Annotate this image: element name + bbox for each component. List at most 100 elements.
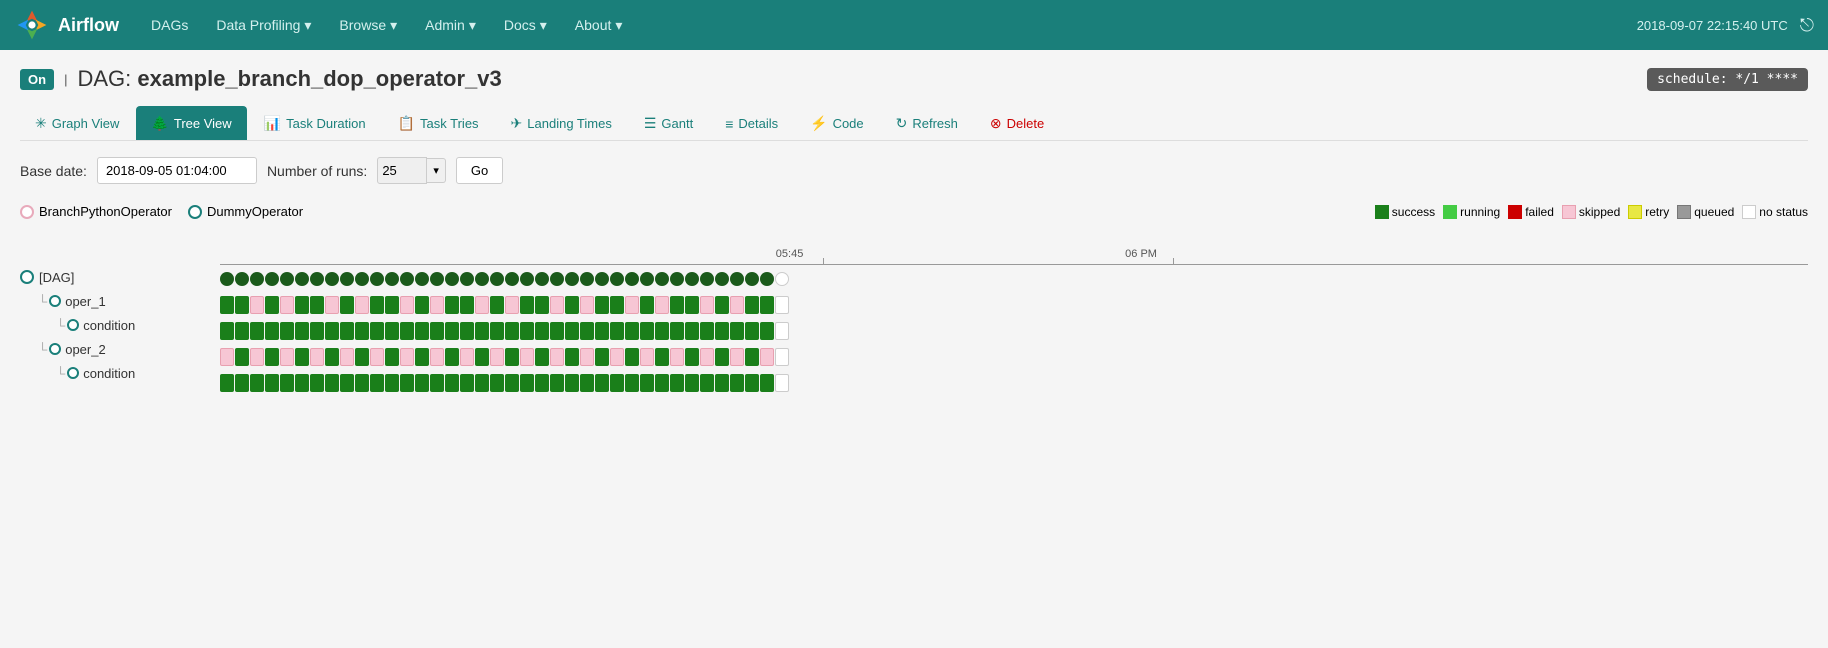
dag-dot-empty[interactable] [775,272,789,286]
dag-dot[interactable] [505,272,519,286]
task-cell[interactable] [520,374,534,392]
task-cell[interactable] [610,374,624,392]
task-cell[interactable] [340,348,354,366]
tab-landing-times[interactable]: ✈ Landing Times [496,106,627,140]
task-cell[interactable] [340,296,354,314]
task-cell[interactable] [250,296,264,314]
tree-node-condition2[interactable]: └ condition [20,361,220,385]
task-cell[interactable] [685,322,699,340]
task-cell[interactable] [370,348,384,366]
task-cell[interactable] [490,348,504,366]
task-cell[interactable] [295,322,309,340]
task-cell[interactable] [355,296,369,314]
task-cell[interactable] [610,296,624,314]
task-cell[interactable] [220,322,234,340]
task-cell[interactable] [715,374,729,392]
task-cell[interactable] [295,374,309,392]
task-cell[interactable] [250,374,264,392]
task-cell[interactable] [535,348,549,366]
task-cell[interactable] [685,374,699,392]
task-cell[interactable] [595,374,609,392]
dag-dot[interactable] [430,272,444,286]
tab-refresh[interactable]: ↻ Refresh [881,106,973,140]
task-cell[interactable] [580,322,594,340]
task-cell[interactable] [265,348,279,366]
task-cell[interactable] [280,322,294,340]
task-cell[interactable] [685,296,699,314]
task-cell[interactable] [445,348,459,366]
task-cell[interactable] [730,374,744,392]
task-cell[interactable] [325,296,339,314]
task-cell[interactable] [715,322,729,340]
task-cell[interactable] [730,322,744,340]
task-cell[interactable] [340,374,354,392]
base-date-input[interactable] [97,157,257,184]
task-cell[interactable] [670,296,684,314]
task-cell[interactable] [625,322,639,340]
task-cell[interactable] [745,322,759,340]
task-cell[interactable] [640,348,654,366]
task-cell[interactable] [460,374,474,392]
task-cell[interactable] [745,296,759,314]
task-cell[interactable] [685,348,699,366]
task-cell[interactable] [640,374,654,392]
task-cell[interactable] [520,348,534,366]
task-cell[interactable] [475,348,489,366]
task-cell[interactable] [655,322,669,340]
dag-dot[interactable] [475,272,489,286]
task-cell-empty[interactable] [775,296,789,314]
dag-dot[interactable] [685,272,699,286]
tab-task-tries[interactable]: 📋 Task Tries [383,106,494,140]
task-cell[interactable] [625,296,639,314]
task-cell[interactable] [295,296,309,314]
task-cell[interactable] [460,296,474,314]
task-cell-empty[interactable] [775,374,789,392]
task-cell[interactable] [730,296,744,314]
task-cell[interactable] [550,348,564,366]
task-cell[interactable] [325,322,339,340]
dag-dot[interactable] [625,272,639,286]
dag-dot[interactable] [760,272,774,286]
task-cell[interactable] [385,374,399,392]
task-cell[interactable] [490,374,504,392]
dag-dot[interactable] [580,272,594,286]
task-cell[interactable] [235,348,249,366]
task-cell[interactable] [490,296,504,314]
dag-dot[interactable] [400,272,414,286]
task-cell[interactable] [445,374,459,392]
task-cell[interactable] [280,374,294,392]
task-cell[interactable] [355,374,369,392]
task-cell[interactable] [220,296,234,314]
dag-dot[interactable] [325,272,339,286]
task-cell[interactable] [505,296,519,314]
task-cell[interactable] [400,374,414,392]
task-cell[interactable] [235,374,249,392]
dag-dot[interactable] [730,272,744,286]
dag-dot[interactable] [355,272,369,286]
task-cell[interactable] [640,322,654,340]
task-cell[interactable] [520,296,534,314]
task-cell[interactable] [445,322,459,340]
dag-dot[interactable] [520,272,534,286]
task-cell[interactable] [430,348,444,366]
task-cell[interactable] [700,322,714,340]
dag-dot[interactable] [460,272,474,286]
brand-logo[interactable]: Airflow [14,7,119,43]
task-cell[interactable] [670,374,684,392]
task-cell[interactable] [700,348,714,366]
task-cell[interactable] [295,348,309,366]
task-cell[interactable] [265,322,279,340]
task-cell[interactable] [595,322,609,340]
task-cell-empty[interactable] [775,348,789,366]
dag-dot[interactable] [595,272,609,286]
go-button[interactable]: Go [456,157,503,184]
nav-item-docs[interactable]: Docs ▾ [492,9,559,42]
tab-task-duration[interactable]: 📊 Task Duration [249,106,381,140]
task-cell[interactable] [355,322,369,340]
task-cell[interactable] [460,322,474,340]
task-cell[interactable] [370,322,384,340]
dag-dot[interactable] [535,272,549,286]
tab-code[interactable]: ⚡ Code [795,106,879,140]
task-cell-empty[interactable] [775,322,789,340]
task-cell[interactable] [250,322,264,340]
